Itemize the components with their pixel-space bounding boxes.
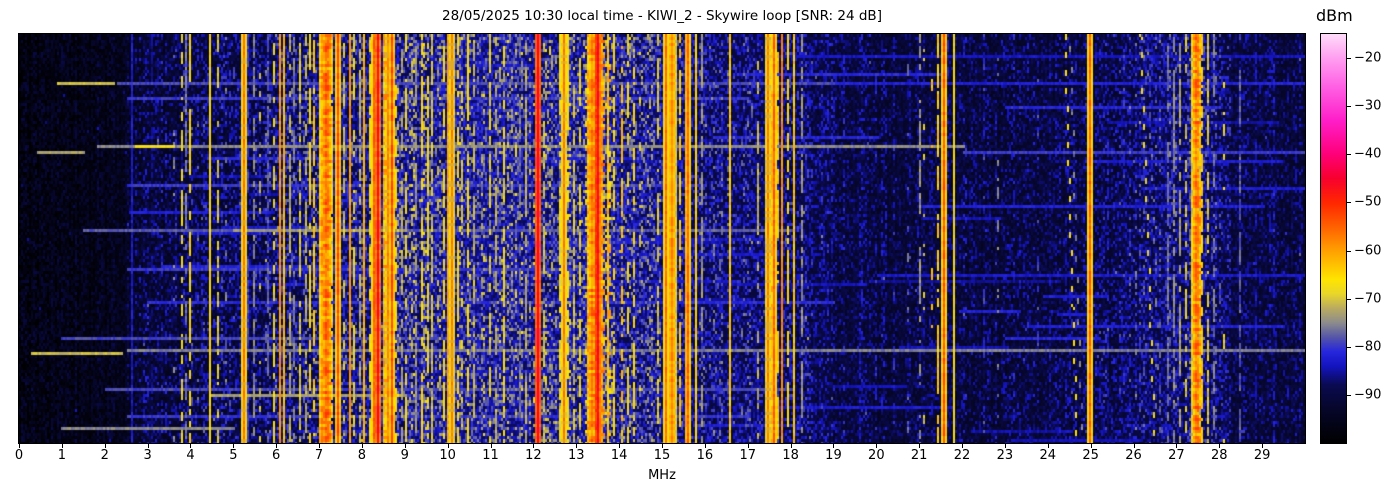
- colorbar-tick-label: −60: [1354, 243, 1382, 259]
- x-tick-label: 28: [1210, 448, 1228, 463]
- colorbar-tick-mark: [1347, 346, 1351, 348]
- x-tick-label: 12: [525, 448, 542, 463]
- colorbar-tick-mark: [1347, 106, 1351, 108]
- colorbar-tick-mark: [1347, 250, 1351, 252]
- x-tick-label: 4: [186, 448, 195, 463]
- x-tick-label: 13: [567, 448, 585, 463]
- waterfall-canvas: [19, 34, 1305, 443]
- colorbar-tick-mark: [1347, 298, 1351, 300]
- x-tick-label: 2: [100, 448, 109, 463]
- x-tick-label: 21: [910, 448, 928, 463]
- colorbar-ticks: −20 −30 −40 −50 −60 −70 −80 −90: [1347, 34, 1400, 443]
- colorbar-tick-label: −20: [1354, 50, 1382, 66]
- x-tick-label: 26: [1125, 448, 1142, 463]
- colorbar-tick-mark: [1347, 202, 1351, 204]
- x-tick-label: 15: [653, 448, 671, 463]
- colorbar-tick-label: −30: [1354, 98, 1382, 114]
- x-tick-label: 16: [696, 448, 714, 463]
- x-tick-label: 7: [314, 448, 324, 463]
- colorbar-tick-label: −90: [1354, 387, 1382, 403]
- x-tick-label: 19: [825, 448, 842, 463]
- x-tick-label: 22: [953, 448, 971, 463]
- x-tick-label: 6: [272, 448, 281, 463]
- x-tick-label: 5: [229, 448, 238, 463]
- colorbar-tick-label: −80: [1354, 339, 1382, 355]
- x-tick-label: 25: [1082, 448, 1099, 463]
- colorbar-tick-mark: [1347, 394, 1351, 396]
- x-tick-label: 1: [57, 448, 66, 463]
- x-tick-label: 18: [782, 448, 799, 463]
- colorbar-tick-mark: [1347, 154, 1351, 156]
- x-tick-label: 14: [610, 448, 628, 463]
- colorbar-unit-label: dBm: [1316, 6, 1353, 25]
- x-tick-label: 11: [482, 448, 499, 463]
- x-tick-label: 10: [439, 448, 456, 463]
- x-tick-label: 20: [868, 448, 885, 463]
- colorbar: [1320, 33, 1347, 444]
- colorbar-tick-label: −50: [1354, 194, 1382, 210]
- x-axis-label: MHz: [648, 468, 676, 483]
- x-tick-label: 8: [357, 448, 367, 463]
- x-tick-label: 17: [739, 448, 756, 463]
- x-tick-label: 23: [996, 448, 1014, 463]
- x-tick-label: 0: [14, 448, 24, 463]
- colorbar-tick-mark: [1347, 58, 1351, 60]
- x-tick-label: 24: [1039, 448, 1057, 463]
- x-tick-label: 29: [1253, 448, 1271, 463]
- x-tick-label: 27: [1168, 448, 1185, 463]
- colorbar-tick-label: −40: [1354, 146, 1382, 162]
- chart-title: 28/05/2025 10:30 local time - KIWI_2 - S…: [442, 8, 882, 24]
- x-tick-label: 9: [400, 448, 409, 463]
- colorbar-tick-label: −70: [1354, 291, 1382, 307]
- colorbar-gradient: [1321, 34, 1346, 443]
- plot-area: [18, 33, 1306, 444]
- spectrogram-figure: 28/05/2025 10:30 local time - KIWI_2 - S…: [0, 0, 1400, 500]
- x-tick-label: 3: [143, 448, 152, 463]
